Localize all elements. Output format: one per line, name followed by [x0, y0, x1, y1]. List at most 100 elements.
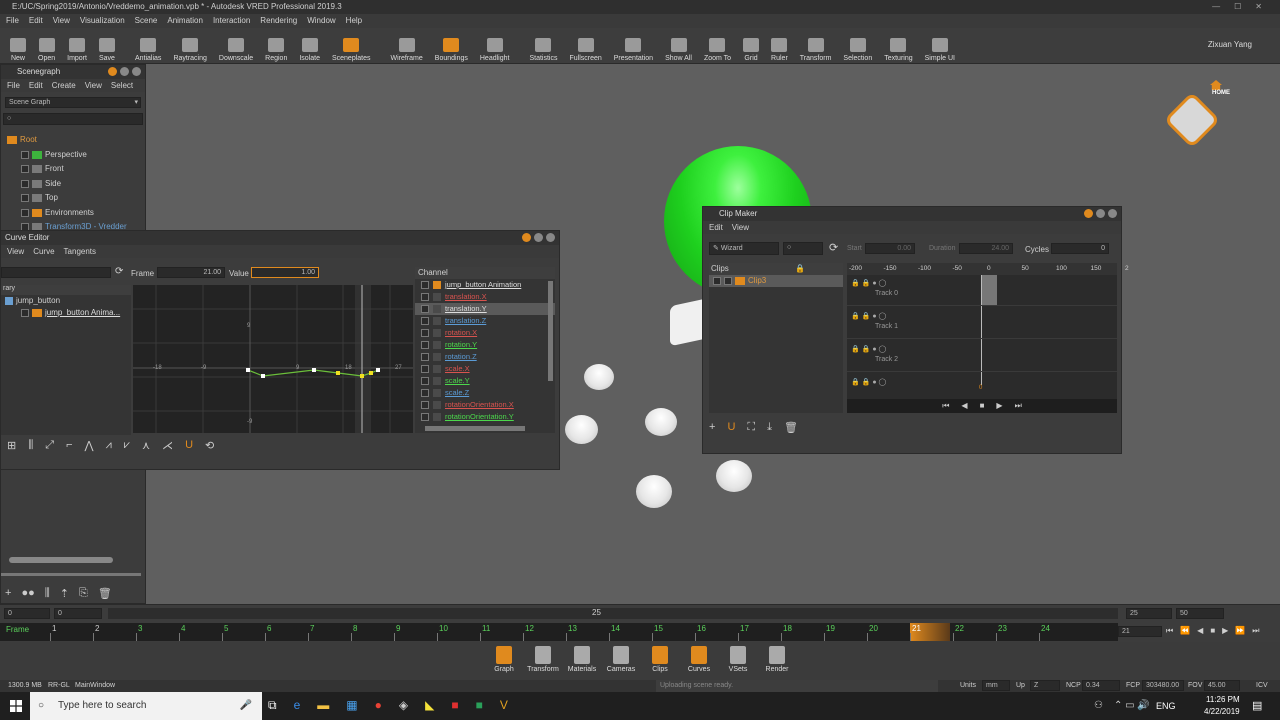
value-input[interactable]: 1.00 — [251, 267, 319, 278]
channel-hscrollbar[interactable] — [425, 426, 525, 431]
notification-icon[interactable]: ▤ — [1252, 699, 1262, 712]
track-controls[interactable]: 🔒 🔒 ● ◯ — [851, 345, 886, 353]
checkbox[interactable] — [21, 208, 29, 217]
channel-item[interactable]: rotationOrientation.X — [415, 399, 555, 411]
group-icon[interactable]: ●● — [21, 587, 34, 600]
tree-item[interactable]: Root — [5, 133, 145, 148]
channel-item[interactable]: translation.Z — [415, 315, 555, 327]
range-start-input[interactable]: 25 — [1126, 608, 1172, 619]
library-item[interactable]: jump_button Anima... — [1, 307, 131, 319]
frame-icon[interactable]: ⛶ — [747, 421, 755, 434]
channel-scrollbar[interactable] — [548, 281, 553, 381]
channel-item[interactable]: scale.Y — [415, 375, 555, 387]
wizard-button[interactable]: ✎ Wizard — [709, 242, 779, 255]
key-tool-icon[interactable]: ⊞ — [7, 439, 16, 452]
tree-item[interactable]: Side — [5, 177, 145, 192]
store-icon[interactable]: ▦ — [346, 698, 357, 713]
checkbox[interactable] — [421, 353, 429, 361]
viewcube-widget[interactable]: HOME — [1163, 80, 1230, 149]
scenegraph-dropdown[interactable]: Scene Graph ▾ — [5, 97, 141, 108]
render-module-button[interactable]: Render — [758, 646, 796, 673]
menu-view[interactable]: View — [53, 14, 70, 28]
texturing-button[interactable]: Texturing — [878, 28, 918, 64]
channel-item[interactable]: translation.X — [415, 291, 555, 303]
checkbox[interactable] — [421, 281, 429, 289]
viewcube-icon[interactable] — [1163, 91, 1221, 149]
refresh-icon[interactable]: ⟳ — [829, 241, 838, 254]
new-button[interactable]: New — [4, 28, 32, 64]
channel-item[interactable]: rotation.Z — [415, 351, 555, 363]
region-button[interactable]: Region — [259, 28, 293, 64]
checkbox[interactable] — [421, 293, 429, 301]
checkbox[interactable] — [21, 179, 29, 188]
channel-item[interactable]: rotation.Y — [415, 339, 555, 351]
checkbox[interactable] — [21, 165, 29, 174]
presentation-button[interactable]: Presentation — [608, 28, 659, 64]
track-controls[interactable]: 🔒 🔒 ● ◯ — [851, 312, 886, 320]
checkbox[interactable] — [421, 341, 429, 349]
grid-button[interactable]: Grid — [737, 28, 765, 64]
close-icon[interactable] — [132, 67, 141, 76]
windows-start-icon[interactable] — [10, 700, 22, 712]
timeline-end-input[interactable]: 0 — [54, 608, 102, 619]
skip-back-icon[interactable]: ⏮ — [942, 399, 949, 413]
pin-icon[interactable] — [1084, 209, 1093, 218]
tree-item[interactable]: Environments — [5, 206, 145, 221]
play-icon[interactable]: ▶ — [1222, 626, 1228, 636]
fov-input[interactable]: 45.00 — [1204, 680, 1240, 691]
current-frame-input[interactable]: 21 — [1118, 626, 1162, 637]
zoom-to-button[interactable]: Zoom To — [698, 28, 737, 64]
timeline-start-input[interactable]: 0 — [4, 608, 50, 619]
menu-window[interactable]: Window — [307, 14, 335, 28]
last-frame-icon[interactable]: ⏭ — [1252, 626, 1259, 636]
menu-help[interactable]: Help — [346, 14, 362, 28]
tree-item[interactable]: Top — [5, 191, 145, 206]
checkbox[interactable] — [724, 277, 732, 285]
antialias-button[interactable]: Antialias — [129, 28, 167, 64]
channel-item[interactable]: rotation.X — [415, 327, 555, 339]
selection-button[interactable]: Selection — [837, 28, 878, 64]
duration-input[interactable]: 24.00 — [959, 243, 1013, 254]
pin-icon[interactable] — [108, 67, 117, 76]
undock-icon[interactable] — [1096, 209, 1105, 218]
cameras-module-button[interactable]: Cameras — [602, 646, 640, 673]
checkbox[interactable] — [421, 377, 429, 385]
first-frame-icon[interactable]: ⏮ — [1166, 626, 1173, 636]
timeline-ruler[interactable]: Frame 1 2 3 4 5 6 7 8 9 10 11 12 13 14 15 16 17 18 19 20 21 2… — [0, 623, 1118, 641]
lock-icon[interactable]: 🔒 — [795, 263, 805, 275]
undock-icon[interactable] — [120, 67, 129, 76]
home-label[interactable]: HOME — [1212, 90, 1230, 96]
checkbox[interactable] — [713, 277, 721, 285]
tangent-tool-icon[interactable]: ⫼ — [28, 439, 33, 452]
checkbox[interactable] — [421, 401, 429, 409]
wireframe-button[interactable]: Wireframe — [385, 28, 429, 64]
scenegraph-menu-select[interactable]: Select — [111, 79, 133, 92]
window-controls[interactable]: —☐✕ — [1212, 0, 1276, 14]
add-icon[interactable]: + — [709, 421, 715, 434]
clip-search-input[interactable]: ○ — [783, 242, 823, 255]
curve-menu-tangents[interactable]: Tangents — [64, 245, 96, 258]
scenegraph-hscrollbar[interactable] — [9, 557, 113, 563]
import-button[interactable]: Import — [61, 28, 93, 64]
menu-file[interactable]: File — [6, 14, 19, 28]
curve-editor-search-input[interactable] — [1, 267, 111, 278]
checkbox[interactable] — [421, 365, 429, 373]
disc-object[interactable] — [565, 415, 598, 444]
task-view-icon[interactable]: ⧉ — [268, 698, 277, 713]
curves-module-button[interactable]: Curves — [680, 646, 718, 673]
transform-button[interactable]: Transform — [794, 28, 838, 64]
disc-object[interactable] — [584, 364, 614, 390]
raytracing-button[interactable]: Raytracing — [167, 28, 212, 64]
statistics-button[interactable]: Statistics — [523, 28, 563, 64]
open-button[interactable]: Open — [32, 28, 61, 64]
split-icon[interactable]: ⫼ — [45, 587, 50, 600]
save-button[interactable]: Save — [93, 28, 121, 64]
taskbar-search[interactable]: ○ Type here to search 🎤 — [30, 692, 262, 720]
pin-icon[interactable] — [522, 233, 531, 242]
file-explorer-icon[interactable]: ▬ — [317, 698, 329, 713]
simple-ui-button[interactable]: Simple UI — [919, 28, 961, 64]
play-back-icon[interactable]: ◀ — [961, 399, 967, 413]
menu-edit[interactable]: Edit — [29, 14, 43, 28]
checkbox[interactable] — [421, 329, 429, 337]
menu-animation[interactable]: Animation — [167, 14, 203, 28]
